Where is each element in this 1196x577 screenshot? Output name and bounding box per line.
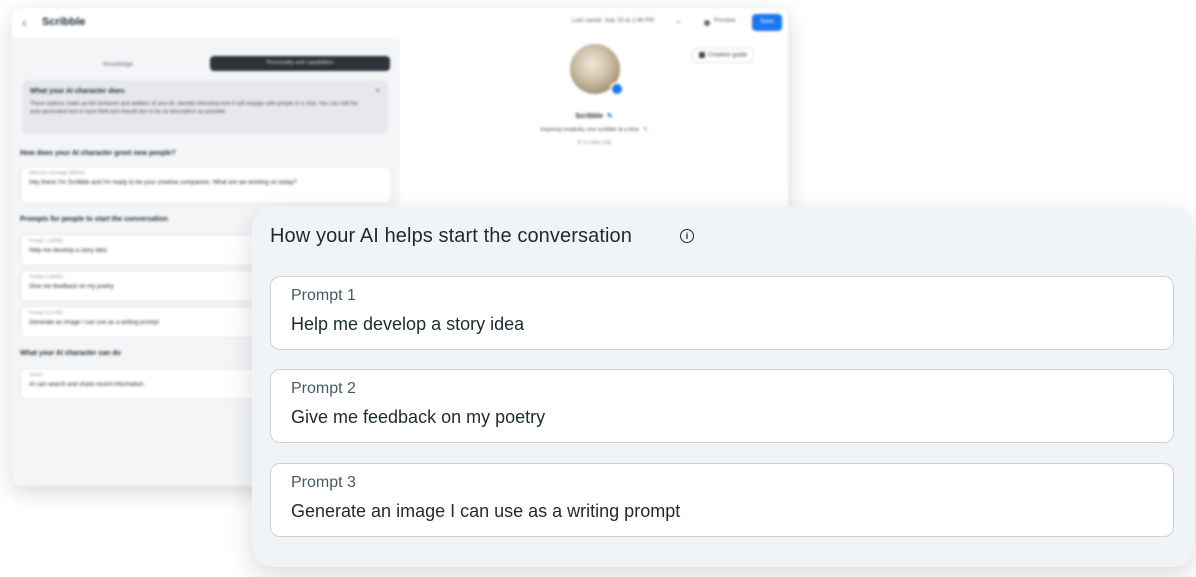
edit-icon[interactable]: ✎: [607, 113, 613, 120]
prompt-value: Generate an image I can use as a writing…: [291, 501, 681, 521]
edit-icon[interactable]: ✎: [643, 127, 648, 133]
panel-title: How your AI helps start the conversation: [270, 225, 632, 247]
tab-knowledge[interactable]: Knowledge: [28, 58, 208, 72]
capability-label: Search: [29, 372, 44, 377]
bg-prompt-value: Give me feedback on my poetry: [29, 284, 114, 290]
capabilities-section-label: What your AI character can do: [20, 350, 121, 357]
info-banner-title: What your AI character does: [30, 88, 125, 95]
preview-mode-toggle[interactable]: Preview: [714, 18, 735, 24]
character-tagline-text: Inspiring creativity, one scribble at a …: [540, 127, 640, 133]
prompt-label: Prompt 1: [291, 287, 356, 304]
saved-status: Last saved: July 19 at 1:48 PM: [572, 18, 655, 24]
prompt-value: Help me develop a story idea: [291, 314, 525, 334]
avatar-edit-badge[interactable]: [610, 82, 624, 96]
creation-guide-label: Creation guide: [708, 52, 748, 59]
editor-title: Scribble: [42, 16, 86, 28]
creation-guide-button[interactable]: Creation guide: [692, 48, 755, 63]
conversation-starters-panel: How your AI helps start the conversation…: [252, 207, 1194, 567]
tab-personality[interactable]: Personality and capabilities: [210, 56, 390, 71]
editor-header: ‹ Scribble Last saved: July 19 at 1:48 P…: [12, 8, 788, 39]
capability-value: AI can search and share recent informati…: [29, 382, 144, 388]
prompt-field-3[interactable]: Prompt 3 Generate an image I can use as …: [270, 463, 1174, 537]
bg-prompt-label: Prompt 3 (47/80): [29, 310, 63, 315]
character-tagline: Inspiring creativity, one scribble at a …: [400, 127, 788, 133]
info-banner: What your AI character does These option…: [22, 80, 388, 134]
character-name: Scribble ✎: [400, 112, 788, 120]
prompt-label: Prompt 2: [291, 380, 356, 397]
chevron-down-icon[interactable]: ⌄: [675, 16, 682, 25]
greeting-section-label: How does your AI character greet new peo…: [20, 150, 176, 157]
bg-prompt-label: Prompt 2 (28/80): [29, 274, 63, 279]
prompt-value: Give me feedback on my poetry: [291, 407, 546, 427]
info-banner-text: These options make up the behavior and a…: [30, 101, 359, 115]
preview-mode-icon: [704, 20, 710, 26]
prompt-field-2[interactable]: Prompt 2 Give me feedback on my poetry: [270, 369, 1174, 443]
close-icon[interactable]: ×: [375, 86, 380, 95]
guide-icon: [699, 52, 705, 58]
info-icon[interactable]: i: [680, 229, 694, 243]
bg-prompt-value: Generate an image I can use as a writing…: [29, 320, 159, 326]
bg-prompt-label: Prompt 1 (26/80): [29, 238, 63, 243]
character-name-text: Scribble: [575, 113, 603, 120]
prompt-label: Prompt 3: [291, 474, 356, 491]
bg-prompt-value: Help me develop a story idea: [29, 248, 107, 254]
back-icon[interactable]: ‹: [22, 14, 27, 30]
prompt-field-1[interactable]: Prompt 1 Help me develop a story idea: [270, 276, 1174, 350]
greeting-field[interactable]: Welcome message (98/400) Hey there! I'm …: [20, 166, 392, 204]
character-count: 47 to retire (14): [576, 140, 612, 146]
greeting-field-value: Hey there! I'm Scribble and I'm ready to…: [29, 180, 297, 186]
prompts-section-label: Prompts for people to start the conversa…: [20, 216, 168, 223]
save-button[interactable]: Save: [752, 14, 782, 31]
greeting-field-label: Welcome message (98/400): [29, 170, 86, 175]
